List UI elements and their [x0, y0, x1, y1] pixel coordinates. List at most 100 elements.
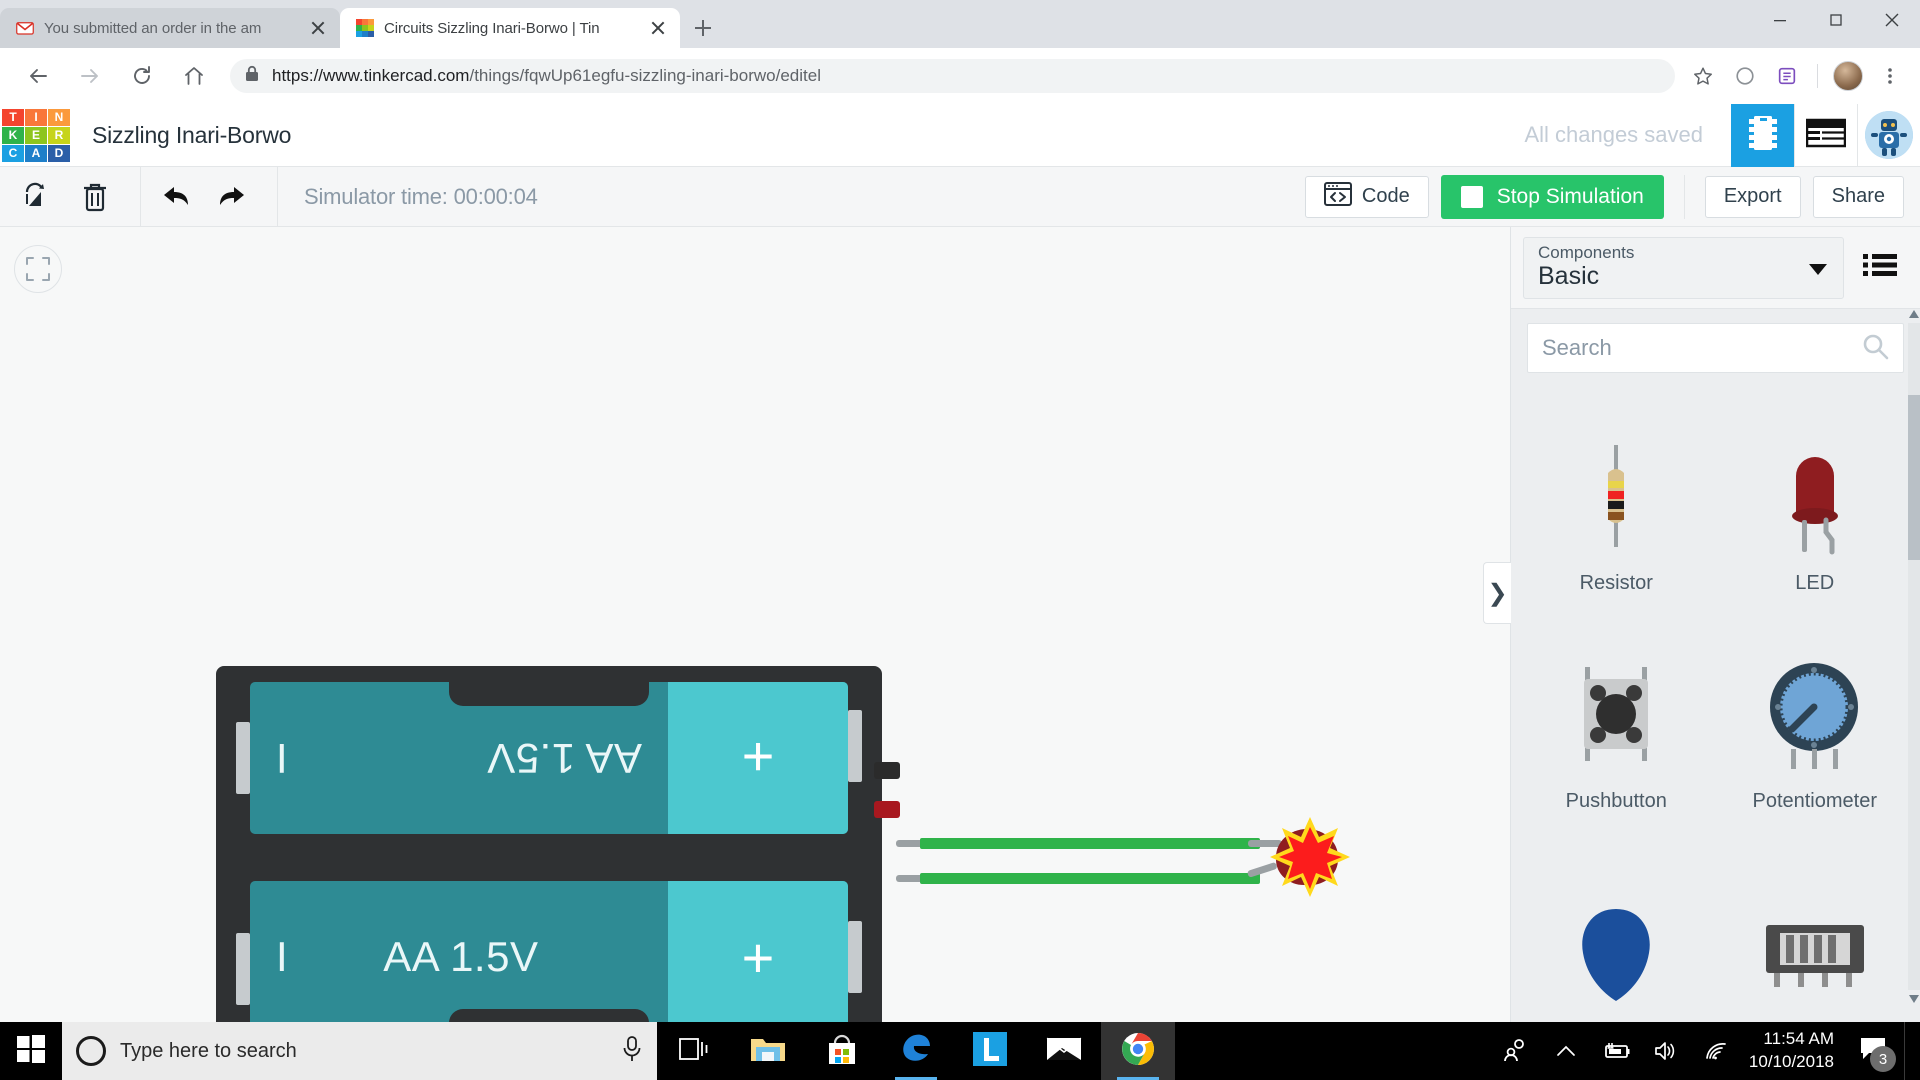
circuit-canvas[interactable]: + AA 1.5V I I AA 1.5V + [0, 227, 1510, 1022]
page-title[interactable]: Sizzling Inari-Borwo [92, 122, 291, 149]
export-button[interactable]: Export [1704, 175, 1801, 218]
task-view-button[interactable] [657, 1022, 731, 1080]
undo-button[interactable] [153, 174, 199, 220]
chevron-up-icon[interactable] [1543, 1022, 1589, 1080]
component-pushbutton[interactable]: Pushbutton [1517, 613, 1716, 813]
component-label: Pushbutton [1565, 790, 1667, 812]
toolbar-divider [140, 166, 141, 227]
stop-square-icon [1460, 185, 1483, 208]
led-component-exploded[interactable] [1268, 815, 1352, 899]
components-grid: Resistor LED Pushbutton Potentiometer [1511, 383, 1920, 1043]
omnibox-actions [1685, 58, 1908, 94]
delete-button[interactable] [72, 174, 118, 220]
scrollbar-thumb[interactable] [1908, 395, 1920, 560]
tab-strip: You submitted an order in the am Circuit… [0, 0, 720, 48]
logo-tile: E [25, 126, 47, 144]
scroll-up-icon[interactable] [1908, 305, 1920, 323]
component-dip-switch[interactable] [1716, 831, 1915, 1031]
avatar[interactable] [1830, 58, 1866, 94]
wifi-icon[interactable] [1693, 1022, 1739, 1080]
people-icon[interactable] [1493, 1022, 1539, 1080]
close-icon[interactable] [1864, 0, 1920, 40]
reload-icon[interactable] [122, 56, 162, 96]
show-desktop-button[interactable] [1904, 1022, 1914, 1080]
minimize-icon[interactable] [1752, 0, 1808, 40]
chevron-down-icon [1809, 263, 1827, 275]
puzzle-icon[interactable] [1769, 58, 1805, 94]
components-category-select[interactable]: Components Basic [1523, 236, 1844, 299]
mail-icon [1046, 1036, 1082, 1067]
battery-holder-component[interactable]: + AA 1.5V I I AA 1.5V + [216, 666, 900, 1022]
taskbar-app-file-explorer[interactable] [731, 1022, 805, 1080]
search-icon[interactable] [1861, 332, 1889, 365]
robot-avatar [1865, 111, 1913, 159]
share-button[interactable]: Share [1812, 175, 1904, 218]
wire-negative[interactable] [920, 838, 1260, 849]
fit-view-button[interactable] [14, 245, 62, 293]
taskbar-app-microsoft-edge[interactable] [879, 1022, 953, 1080]
code-button[interactable]: Code [1304, 175, 1429, 218]
taskbar-clock[interactable]: 11:54 AM 10/10/2018 [1743, 1028, 1844, 1074]
new-tab-button[interactable] [686, 11, 720, 45]
search-box[interactable] [1527, 323, 1904, 373]
address-bar[interactable]: https://www.tinkercad.com/things/fqwUp61… [230, 59, 1675, 93]
url-path: /things/fqwUp61egfu-sizzling-inari-borwo… [469, 66, 821, 85]
component-potentiometer[interactable]: Potentiometer [1716, 613, 1915, 813]
browser-tab-tinkercad[interactable]: Circuits Sizzling Inari-Borwo | Tin [340, 8, 680, 48]
battery-clip [236, 722, 250, 794]
rotate-button[interactable] [16, 174, 62, 220]
list-view-button[interactable] [1852, 237, 1908, 299]
back-arrow-icon[interactable] [18, 56, 58, 96]
taskbar-app-google-chrome[interactable] [1101, 1022, 1175, 1080]
header-right-group: All changes saved [1524, 103, 1920, 167]
close-icon[interactable] [648, 18, 668, 38]
maximize-icon[interactable] [1808, 0, 1864, 40]
search-input[interactable] [1542, 335, 1861, 361]
battery-terminal-negative[interactable] [874, 762, 900, 779]
panel-collapse-handle[interactable]: ❯ [1483, 562, 1511, 624]
battery-minus-terminal: I [276, 933, 288, 980]
components-list-button[interactable] [1794, 103, 1857, 167]
start-button[interactable] [0, 1022, 62, 1080]
star-icon[interactable] [1685, 58, 1721, 94]
tinkercad-logo-icon[interactable]: T I N K E R C A D [2, 108, 70, 162]
logo-tile: A [25, 144, 47, 162]
action-center-button[interactable]: 3 [1848, 1022, 1900, 1080]
circle-icon[interactable] [1727, 58, 1763, 94]
circuit-view-button[interactable] [1731, 103, 1794, 167]
store-icon [826, 1033, 858, 1070]
ic-chip-icon [1745, 113, 1781, 158]
redo-button[interactable] [209, 174, 255, 220]
component-led[interactable]: LED [1716, 395, 1915, 595]
url-text: https://www.tinkercad.com/things/fqwUp61… [272, 66, 821, 86]
battery-terminal-positive[interactable] [874, 801, 900, 818]
stop-simulation-button[interactable]: Stop Simulation [1440, 174, 1664, 219]
battery-charging-icon[interactable] [1593, 1022, 1639, 1080]
components-select-label: Components [1538, 242, 1635, 262]
battery-minus-terminal: I [276, 735, 288, 782]
scroll-down-icon[interactable] [1908, 990, 1920, 1008]
led-art [1780, 426, 1850, 566]
forward-arrow-icon[interactable] [70, 56, 110, 96]
wire-positive[interactable] [920, 873, 1260, 884]
clock-time: 11:54 AM [1763, 1029, 1834, 1049]
component-resistor[interactable]: Resistor [1517, 395, 1716, 595]
home-icon[interactable] [174, 56, 214, 96]
toolbar-divider [1683, 174, 1685, 219]
stop-simulation-label: Stop Simulation [1496, 184, 1644, 208]
microphone-icon[interactable] [621, 1035, 643, 1067]
component-capacitor[interactable] [1517, 831, 1716, 1031]
taskbar-app-microsoft-store[interactable] [805, 1022, 879, 1080]
battery-cell-label: AA 1.5V [383, 933, 539, 980]
avatar[interactable] [1857, 103, 1920, 167]
close-icon[interactable] [308, 18, 328, 38]
taskbar-app-l[interactable] [953, 1022, 1027, 1080]
taskbar-search[interactable]: Type here to search [62, 1022, 657, 1080]
browser-tab-gmail[interactable]: You submitted an order in the am [0, 8, 340, 48]
panel-scrollbar[interactable] [1908, 323, 1920, 990]
speaker-icon[interactable] [1643, 1022, 1689, 1080]
taskbar-app-mail[interactable] [1027, 1022, 1101, 1080]
battery-cell-bottom[interactable]: I AA 1.5V + [250, 881, 848, 1022]
toolbar-divider [277, 166, 278, 227]
kebab-menu-icon[interactable] [1872, 58, 1908, 94]
